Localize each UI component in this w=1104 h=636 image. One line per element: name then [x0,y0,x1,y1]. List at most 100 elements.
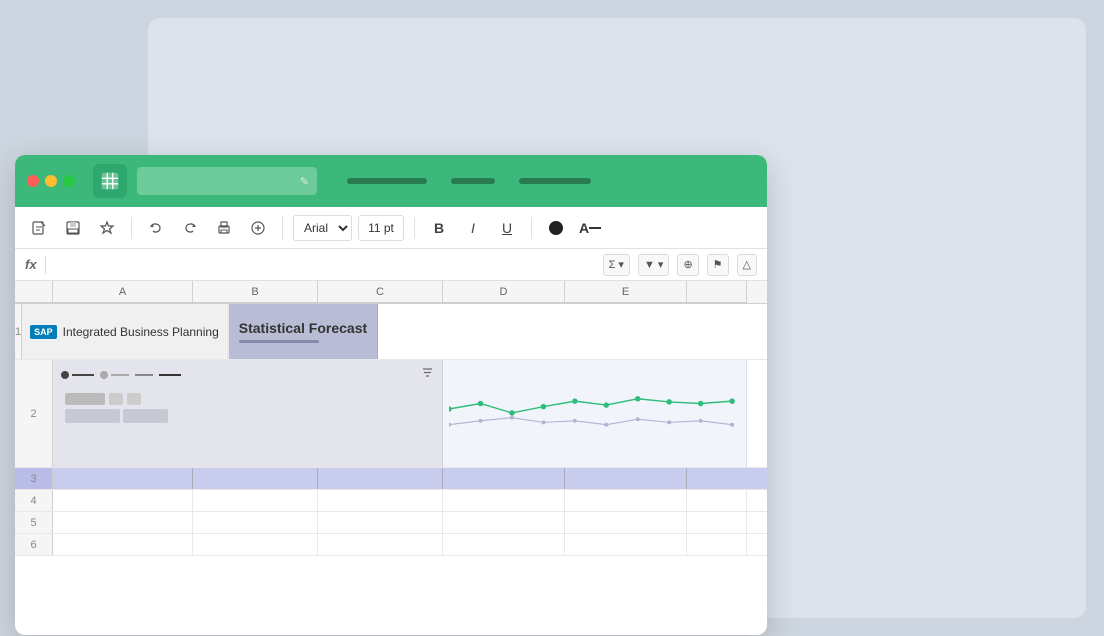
app-window: ✎ [15,155,767,635]
filter-icon[interactable] [421,366,434,384]
row-num-5: 5 [15,512,53,533]
green-dot-2 [478,401,484,407]
globe-button[interactable]: ⊕ [677,254,698,276]
traffic-lights [27,175,75,187]
formula-button[interactable] [244,214,272,242]
warning-button[interactable]: △ [737,254,757,276]
cell-c-6[interactable] [318,534,443,555]
green-dot-9 [698,401,704,407]
bold-button[interactable]: B [425,214,453,242]
col-header-d[interactable]: D [443,281,565,303]
close-button[interactable] [27,175,39,187]
italic-button[interactable]: I [459,214,487,242]
cell-d-6[interactable] [443,534,565,555]
cell-b-4[interactable] [193,490,318,511]
font-size-input[interactable] [358,215,404,241]
legend-item-2 [100,371,129,379]
ctrl-block-2 [109,393,123,405]
filter-formula-button[interactable]: ▼ ▾ [638,254,669,276]
cell-e-3[interactable] [565,468,687,489]
cell-b-6[interactable] [193,534,318,555]
green-dot-8 [666,399,672,405]
chart-legend [61,366,434,384]
cell-a-5[interactable] [53,512,193,533]
green-dot-7 [635,396,641,402]
cell-d-5[interactable] [443,512,565,533]
cell-e-6[interactable] [565,534,687,555]
export-icon [31,220,47,236]
grey-dot-3 [510,416,514,420]
ctrl-wide-1 [65,409,120,423]
cell-f-3[interactable] [687,468,747,489]
divider-3 [414,217,415,239]
cell-c-4[interactable] [318,490,443,511]
nav-item-1[interactable] [347,178,427,184]
font-color-button[interactable]: A [576,214,604,242]
grey-dot-6 [604,423,608,427]
col-header-a[interactable]: A [53,281,193,303]
cell-a-4[interactable] [53,490,193,511]
cell-f-5[interactable] [687,512,747,533]
save-button[interactable] [59,214,87,242]
cell-b-3[interactable] [193,468,318,489]
undo-button[interactable] [142,214,170,242]
filter-icon-svg [421,366,434,379]
formula-icon [250,220,266,236]
cell-b-5[interactable] [193,512,318,533]
column-headers: A B C D E [15,281,767,304]
maximize-button[interactable] [63,175,75,187]
cell-chart-controls [53,360,443,467]
divider-1 [131,217,132,239]
col-header-c[interactable]: C [318,281,443,303]
star-button[interactable] [93,214,121,242]
grey-dot-1 [449,423,451,427]
col-header-b[interactable]: B [193,281,318,303]
row-num-1: 1 [15,304,22,359]
nav-items [347,178,591,184]
cell-e-4[interactable] [565,490,687,511]
divider-4 [531,217,532,239]
row-num-2: 2 [15,360,53,467]
title-search-input[interactable] [145,174,300,188]
row-num-6: 6 [15,534,53,555]
redo-button[interactable] [176,214,204,242]
cell-a-3[interactable] [53,468,193,489]
edit-icon: ✎ [300,175,309,188]
ctrl-block-3 [127,393,141,405]
filter-controls [61,389,434,427]
print-icon [216,220,232,236]
cell-a-6[interactable] [53,534,193,555]
grey-dot-10 [730,423,734,427]
cell-c-5[interactable] [318,512,443,533]
grey-dot-4 [541,420,545,424]
col-header-extra [687,281,747,303]
underline-button[interactable]: U [493,214,521,242]
green-dot-6 [604,402,610,408]
nav-item-3[interactable] [519,178,591,184]
cell-d-3[interactable] [443,468,565,489]
legend-item-4 [159,374,181,376]
nav-item-2[interactable] [451,178,495,184]
legend-item-3 [135,374,153,376]
flag-button[interactable]: ⚑ [707,254,729,276]
cell-c-3[interactable] [318,468,443,489]
row-num-3: 3 [15,468,53,489]
formula-input[interactable] [54,258,595,272]
grey-dot-7 [636,417,640,421]
col-header-e[interactable]: E [565,281,687,303]
font-family-select[interactable]: Arial [293,215,352,241]
legend-line-3 [135,374,153,376]
cell-e-5[interactable] [565,512,687,533]
print-button[interactable] [210,214,238,242]
sum-button[interactable]: Σ ▾ [603,254,630,276]
cell-f-6[interactable] [687,534,747,555]
minimize-button[interactable] [45,175,57,187]
title-search-bar[interactable]: ✎ [137,167,317,195]
ctrl-wide-2 [123,409,168,423]
export-button[interactable] [25,214,53,242]
formula-bar: fx Σ ▾ ▼ ▾ ⊕ ⚑ △ [15,249,767,281]
cell-f-4[interactable] [687,490,747,511]
cell-d-4[interactable] [443,490,565,511]
text-color-button[interactable] [542,214,570,242]
toolbar: Arial B I U A [15,207,767,249]
